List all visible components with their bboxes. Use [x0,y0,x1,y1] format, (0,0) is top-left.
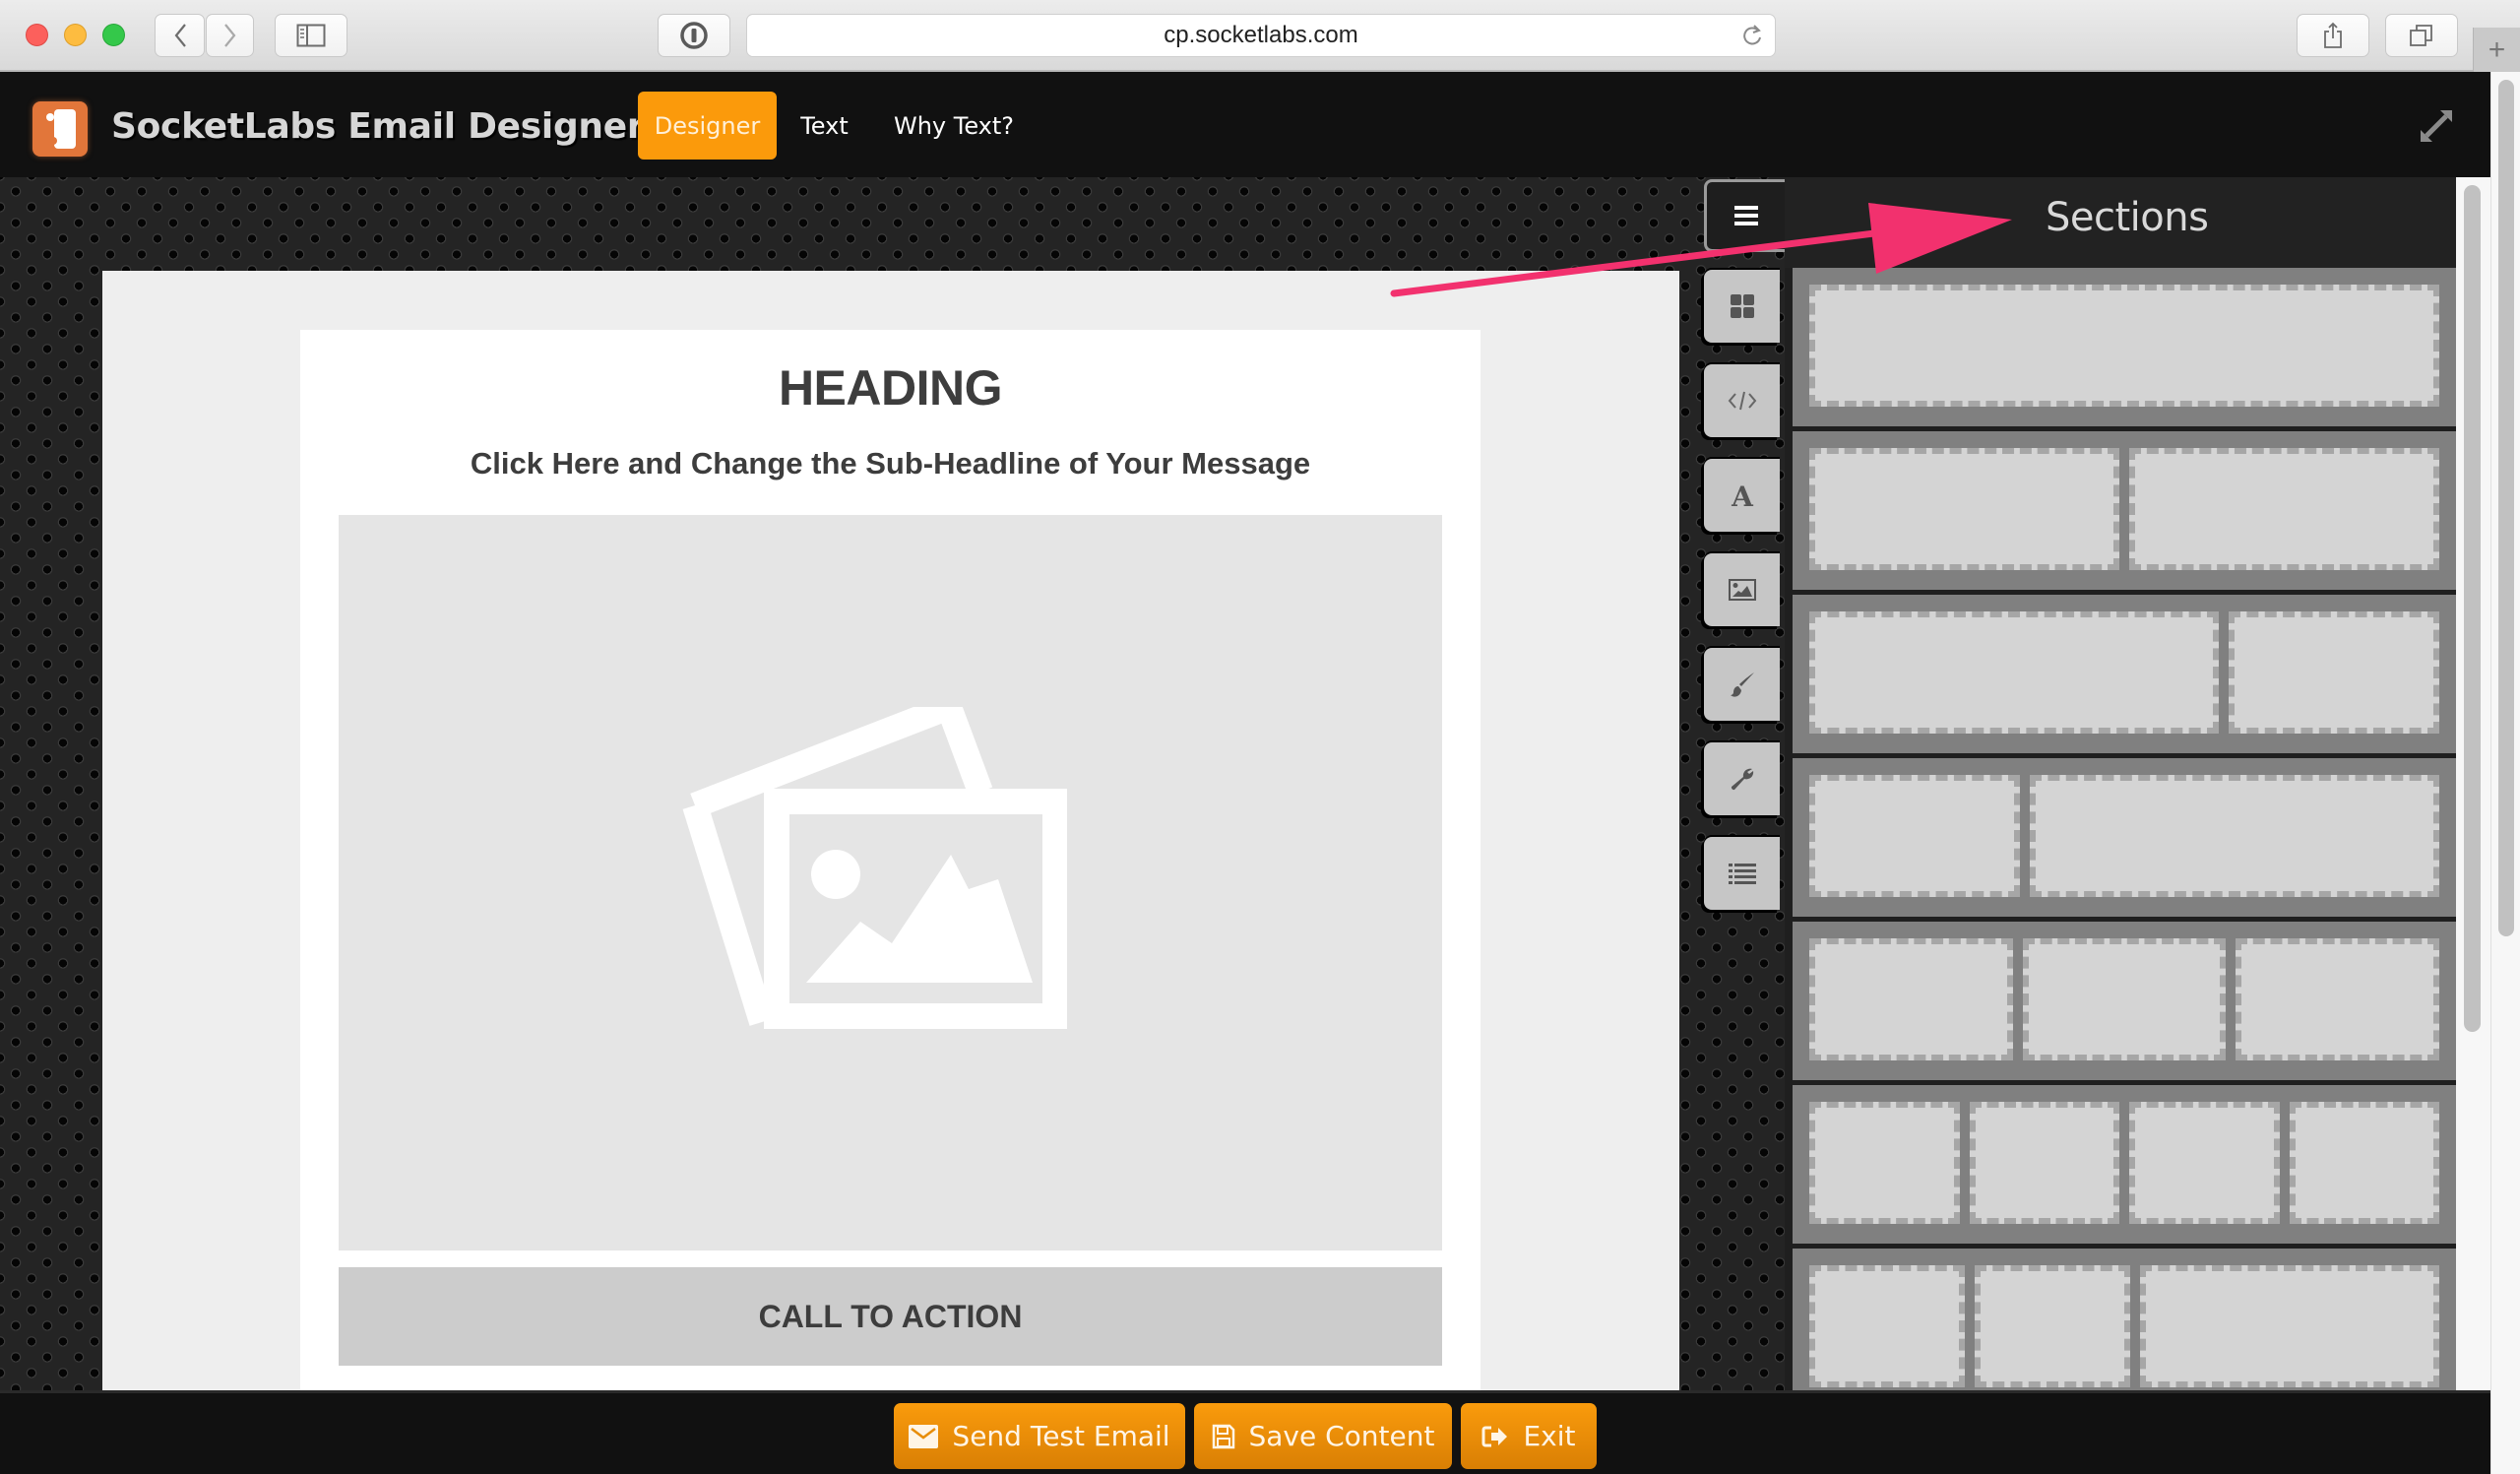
section-column-placeholder [1809,1265,1965,1387]
sections-panel-title: Sections [2046,195,2209,240]
grid-icon [1730,294,1754,318]
section-column-placeholder [1809,611,2219,734]
section-column-placeholder [1809,1102,1960,1224]
section-layout-four-column[interactable] [1793,1085,2456,1249]
app-title: SocketLabs Email Designer [111,106,645,147]
section-column-placeholder [2229,611,2439,734]
image-icon [1728,579,1756,601]
section-column-placeholder [1969,1102,2119,1224]
back-button[interactable] [155,14,205,57]
plus-icon: + [2488,32,2506,66]
tab-text[interactable]: Text [788,92,861,160]
browser-toolbar: cp.socketlabs.com + [0,0,2520,72]
sections-panel-scrollbar[interactable] [2456,177,2490,1390]
envelope-icon [909,1424,939,1448]
svg-text:A: A [1731,481,1754,509]
zoom-window-button[interactable] [102,24,125,46]
sidebar-button[interactable] [275,14,347,57]
minimize-window-button[interactable] [64,24,87,46]
panel-menu-toggle[interactable] [1704,179,1785,252]
tool-image[interactable] [1704,553,1780,626]
section-column-placeholder [1809,285,2439,407]
cta-label: CALL TO ACTION [758,1298,1023,1334]
save-content-label: Save Content [1248,1420,1435,1452]
section-column-placeholder [1809,448,2119,570]
scrollbar-thumb[interactable] [2498,80,2514,936]
sidebar-icon [296,24,326,47]
section-column-placeholder [2022,938,2227,1060]
app-header: SocketLabs Email Designer Designer Text … [0,72,2490,177]
section-column-placeholder [2030,775,2439,897]
chevron-right-icon [223,24,235,47]
tool-html[interactable] [1704,364,1780,437]
font-icon: A [1731,481,1754,509]
section-column-placeholder [2289,1102,2439,1224]
send-test-email-label: Send Test Email [952,1420,1170,1452]
call-to-action-button[interactable]: CALL TO ACTION [339,1267,1442,1366]
forward-button[interactable] [206,14,254,57]
page-scrollbar[interactable] [2490,72,2520,1474]
sections-panel: Sections [1785,177,2456,1390]
email-body: HEADING Click Here and Change the Sub-He… [300,330,1480,1390]
address-bar[interactable]: cp.socketlabs.com [746,14,1776,57]
share-icon [2324,22,2342,48]
action-bar: Send Test Email Save Content Exit [0,1390,2490,1474]
expand-icon [2421,110,2452,142]
save-content-button[interactable]: Save Content [1194,1403,1452,1469]
section-column-placeholder [2129,1102,2280,1224]
tabs-overview-button[interactable] [2385,14,2458,57]
section-layout-three-column[interactable] [1793,922,2456,1085]
exit-button[interactable]: Exit [1461,1403,1597,1469]
section-layout-list [1793,268,2456,1390]
reload-button[interactable] [1741,23,1763,55]
send-test-email-button[interactable]: Send Test Email [894,1403,1185,1469]
section-column-placeholder [2140,1265,2439,1387]
section-layout-three-column-wide-right[interactable] [1793,1249,2456,1390]
email-heading[interactable]: HEADING [300,359,1480,417]
1password-icon [680,22,708,49]
section-column-placeholder [1809,938,2013,1060]
tool-text[interactable]: A [1704,459,1780,532]
sign-out-icon [1481,1426,1508,1446]
list-icon [1728,864,1756,884]
close-window-button[interactable] [26,24,48,46]
new-tab-button[interactable]: + [2473,28,2520,72]
floppy-disk-icon [1212,1424,1234,1448]
image-placeholder-icon [682,707,1067,1029]
section-column-placeholder [1809,775,2020,897]
email-subheading[interactable]: Click Here and Change the Sub-Headline o… [300,446,1480,481]
code-icon [1728,391,1756,411]
hamburger-icon [1733,206,1758,225]
reload-icon [1743,25,1761,45]
image-placeholder[interactable] [339,515,1442,1250]
section-layout-two-column-wide-right[interactable] [1793,758,2456,922]
section-layout-two-column-wide-left[interactable] [1793,595,2456,758]
chevron-left-icon [174,24,186,47]
tool-style[interactable] [1704,648,1780,721]
paintbrush-icon [1730,673,1754,697]
tool-settings[interactable] [1704,742,1780,815]
socketlabs-logo [32,101,88,157]
exit-label: Exit [1523,1420,1576,1452]
url-text: cp.socketlabs.com [1164,22,1358,48]
tabs-icon [2410,25,2432,46]
tool-list[interactable] [1704,837,1780,910]
tab-designer[interactable]: Designer [638,92,777,160]
section-layout-one-column[interactable] [1793,268,2456,431]
tab-why-text[interactable]: Why Text? [881,92,1027,160]
sections-panel-header: Sections [1785,177,2456,268]
wrench-icon [1731,768,1753,791]
fullscreen-button[interactable] [2417,106,2456,151]
workspace: HEADING Click Here and Change the Sub-He… [0,177,2490,1390]
section-column-placeholder [2129,448,2439,570]
share-button[interactable] [2297,14,2369,57]
section-column-placeholder [1975,1265,2130,1387]
section-layout-two-column-equal[interactable] [1793,431,2456,595]
scrollbar-thumb[interactable] [2464,185,2481,1032]
email-canvas: HEADING Click Here and Change the Sub-He… [102,271,1679,1390]
tool-sections[interactable] [1704,270,1780,343]
password-manager-button[interactable] [658,14,730,57]
section-column-placeholder [2236,938,2440,1060]
